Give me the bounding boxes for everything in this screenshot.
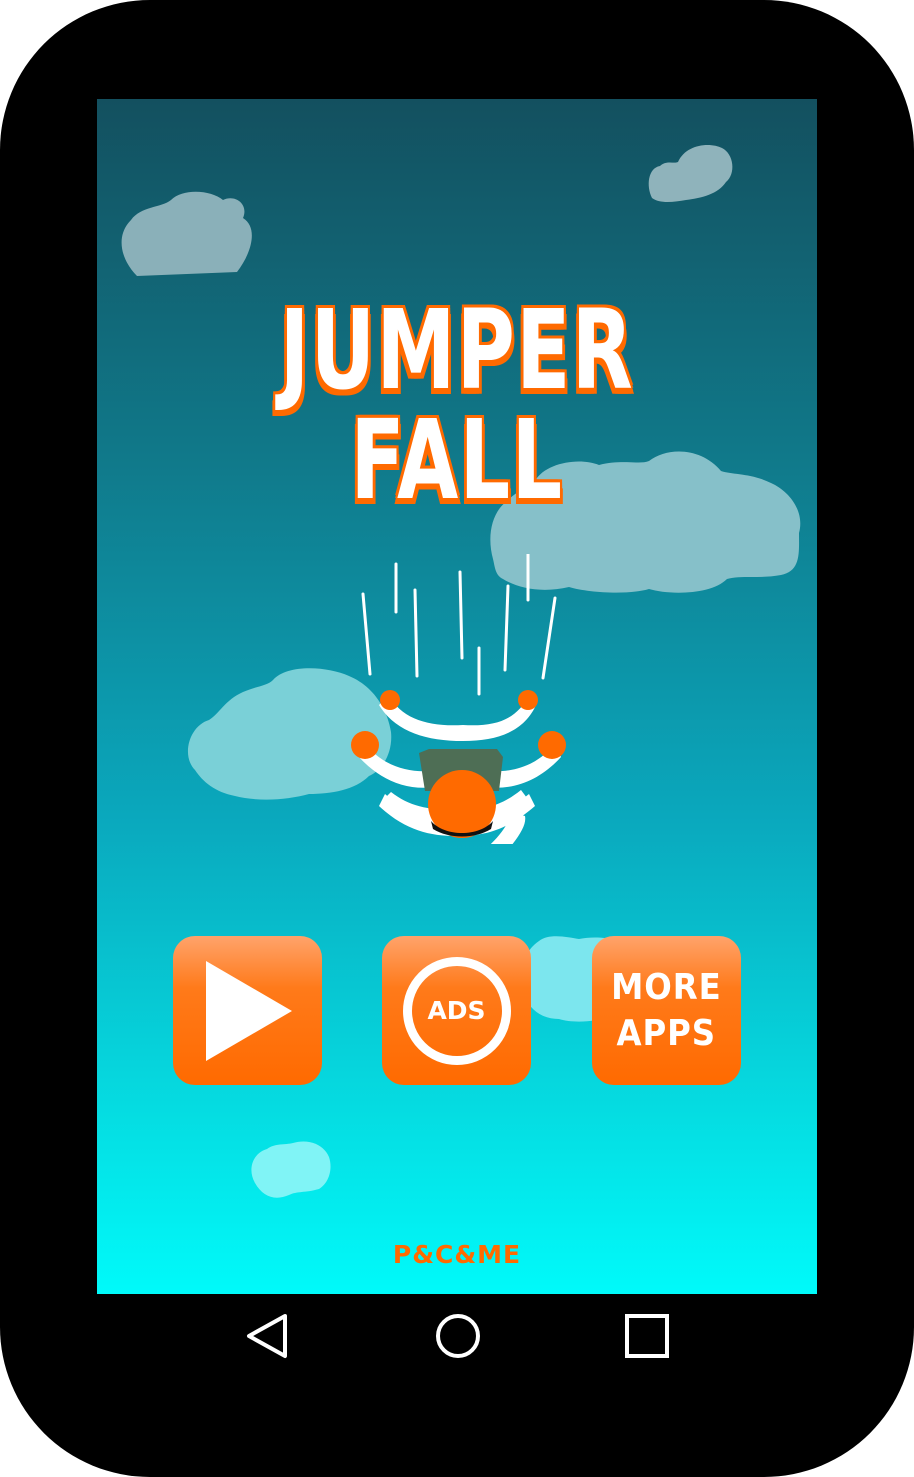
phone-frame: JUMPER FALL ADS MORE APPS P&C&ME [0, 0, 914, 1477]
play-icon [205, 960, 292, 1061]
developer-credit: P&C&ME [392, 1240, 522, 1269]
home-circle-icon[interactable] [432, 1310, 484, 1362]
ads-label: ADS [427, 996, 486, 1025]
back-triangle-icon[interactable] [243, 1310, 295, 1362]
game-title: JUMPER FALL [279, 286, 635, 524]
cloud-decoration [121, 191, 252, 276]
more-apps-label-line1: MORE [611, 966, 722, 1008]
game-screen: JUMPER FALL ADS MORE APPS P&C&ME [97, 99, 817, 1294]
skydiver-body [351, 690, 566, 838]
cloud-decoration [251, 1141, 331, 1198]
remove-ads-button[interactable]: ADS [382, 936, 531, 1085]
more-apps-label-line2: APPS [616, 1012, 717, 1054]
ads-ring-icon: ADS [402, 956, 511, 1065]
more-apps-button[interactable]: MORE APPS [592, 936, 741, 1085]
recents-square-icon[interactable] [621, 1310, 673, 1362]
cloud-decoration [648, 144, 733, 202]
play-button[interactable] [173, 936, 322, 1085]
